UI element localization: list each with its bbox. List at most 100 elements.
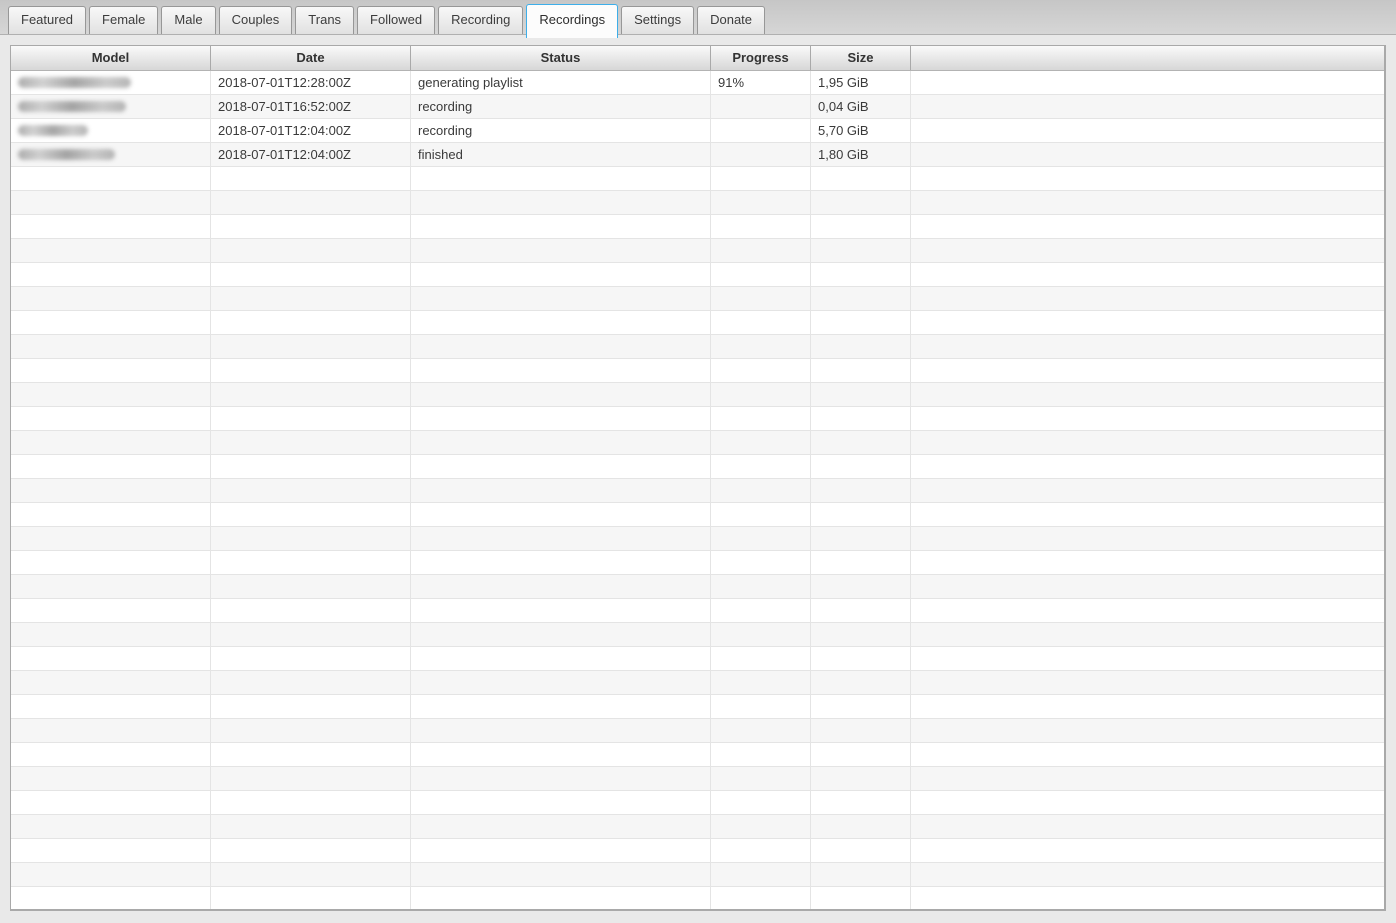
tab-settings[interactable]: Settings — [621, 6, 695, 34]
cell-status — [411, 599, 711, 622]
cell-status — [411, 671, 711, 694]
cell-size — [811, 311, 911, 334]
cell-model — [11, 263, 211, 286]
cell-status — [411, 839, 711, 862]
table-row[interactable]: 2018-07-01T12:04:00Z recording 5,70 GiB — [11, 119, 1384, 143]
cell-spacer — [911, 839, 1384, 862]
cell-date — [211, 671, 411, 694]
cell-progress — [711, 119, 811, 142]
cell-size — [811, 887, 911, 909]
column-header-progress[interactable]: Progress — [711, 46, 811, 70]
cell-model — [11, 551, 211, 574]
empty-table-row — [11, 311, 1384, 335]
cell-spacer — [911, 407, 1384, 430]
cell-date — [211, 887, 411, 909]
cell-size — [811, 623, 911, 646]
cell-size — [811, 503, 911, 526]
cell-progress — [711, 167, 811, 190]
table-row[interactable]: 2018-07-01T12:28:00Z generating playlist 9… — [11, 71, 1384, 95]
empty-table-row — [11, 479, 1384, 503]
empty-table-row — [11, 527, 1384, 551]
tab-featured[interactable]: Featured — [8, 6, 87, 34]
cell-date: 2018-07-01T12:28:00Z — [211, 71, 411, 94]
cell-status — [411, 647, 711, 670]
cell-date: 2018-07-01T16:52:00Z — [211, 95, 411, 118]
cell-size — [811, 839, 911, 862]
empty-table-row — [11, 647, 1384, 671]
empty-table-row — [11, 719, 1384, 743]
cell-progress — [711, 791, 811, 814]
cell-progress — [711, 383, 811, 406]
cell-date — [211, 311, 411, 334]
cell-spacer — [911, 215, 1384, 238]
cell-status — [411, 287, 711, 310]
column-header-date[interactable]: Date — [211, 46, 411, 70]
cell-status — [411, 335, 711, 358]
tab-trans[interactable]: Trans — [295, 6, 355, 34]
column-header-model[interactable]: Model — [11, 46, 211, 70]
empty-table-row — [11, 503, 1384, 527]
cell-size — [811, 263, 911, 286]
cell-size — [811, 599, 911, 622]
tab-couples[interactable]: Couples — [218, 6, 293, 34]
cell-size — [811, 527, 911, 550]
tab-male[interactable]: Male — [161, 6, 216, 34]
cell-status — [411, 455, 711, 478]
cell-model — [11, 743, 211, 766]
empty-table-row — [11, 815, 1384, 839]
cell-size — [811, 215, 911, 238]
cell-progress — [711, 503, 811, 526]
cell-status — [411, 479, 711, 502]
cell-model — [11, 887, 211, 909]
cell-size — [811, 239, 911, 262]
cell-spacer — [911, 71, 1384, 94]
cell-spacer — [911, 671, 1384, 694]
empty-table-row — [11, 167, 1384, 191]
cell-progress — [711, 239, 811, 262]
column-header-size[interactable]: Size — [811, 46, 911, 70]
cell-progress — [711, 215, 811, 238]
cell-date — [211, 215, 411, 238]
cell-model — [11, 719, 211, 742]
cell-date — [211, 743, 411, 766]
cell-status: finished — [411, 143, 711, 166]
cell-status — [411, 623, 711, 646]
cell-size — [811, 455, 911, 478]
redacted-model-name — [18, 125, 88, 136]
cell-date — [211, 623, 411, 646]
table-row[interactable]: 2018-07-01T12:04:00Z finished 1,80 GiB — [11, 143, 1384, 167]
cell-spacer — [911, 311, 1384, 334]
tab-followed[interactable]: Followed — [357, 6, 436, 34]
empty-table-row — [11, 263, 1384, 287]
cell-date: 2018-07-01T12:04:00Z — [211, 143, 411, 166]
cell-date — [211, 167, 411, 190]
cell-size — [811, 671, 911, 694]
tab-donate[interactable]: Donate — [697, 6, 766, 34]
cell-status — [411, 191, 711, 214]
cell-progress — [711, 863, 811, 886]
cell-progress — [711, 599, 811, 622]
empty-table-row — [11, 215, 1384, 239]
cell-model — [11, 407, 211, 430]
tab-female[interactable]: Female — [89, 6, 159, 34]
cell-progress — [711, 719, 811, 742]
column-header-status[interactable]: Status — [411, 46, 711, 70]
tab-recordings[interactable]: Recordings — [526, 4, 619, 38]
tab-recording[interactable]: Recording — [438, 6, 524, 34]
cell-size — [811, 191, 911, 214]
cell-date — [211, 479, 411, 502]
cell-progress — [711, 839, 811, 862]
cell-spacer — [911, 287, 1384, 310]
cell-spacer — [911, 863, 1384, 886]
cell-size — [811, 815, 911, 838]
cell-spacer — [911, 239, 1384, 262]
tab-bar: Featured Female Male Couples Trans Followed Re… — [0, 0, 1396, 38]
cell-date — [211, 359, 411, 382]
cell-progress — [711, 623, 811, 646]
table-row[interactable]: 2018-07-01T16:52:00Z recording 0,04 GiB — [11, 95, 1384, 119]
cell-size — [811, 407, 911, 430]
cell-date — [211, 719, 411, 742]
cell-model — [11, 311, 211, 334]
cell-model — [11, 95, 211, 118]
empty-table-row — [11, 191, 1384, 215]
